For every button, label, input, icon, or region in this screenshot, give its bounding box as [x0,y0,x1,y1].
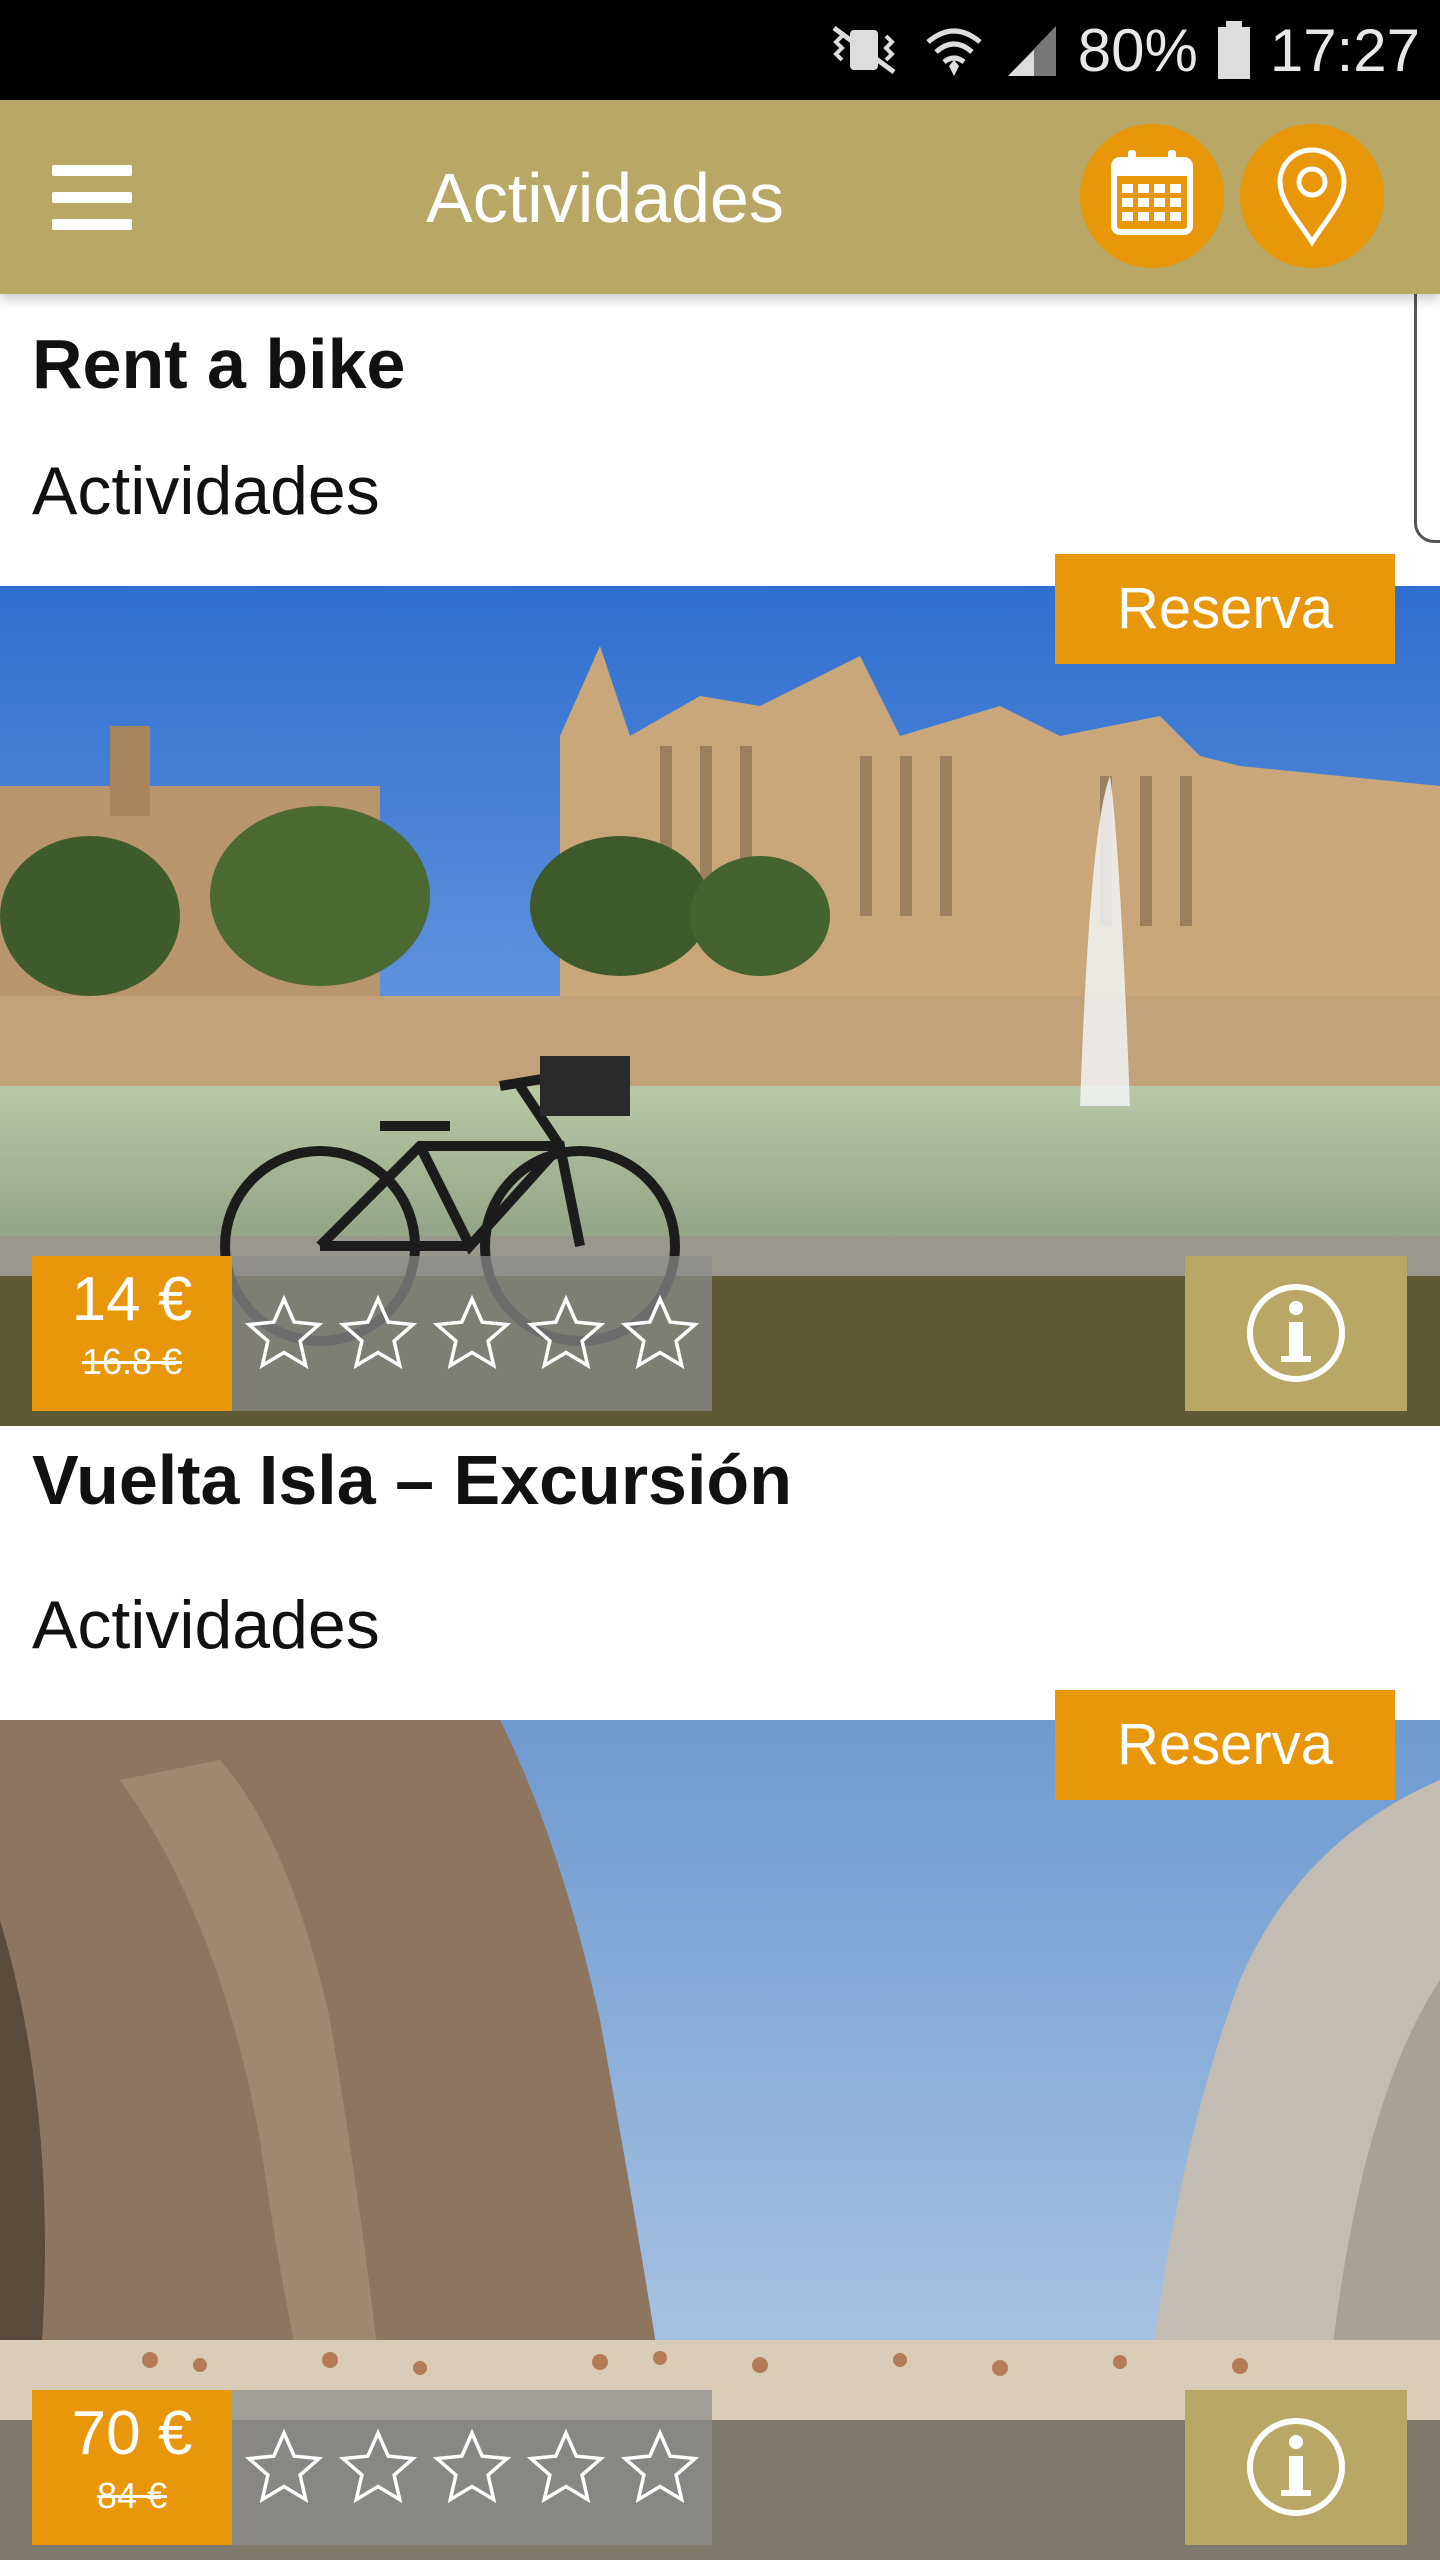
location-pin-icon [1277,147,1347,247]
star-icon [244,2428,324,2503]
calendar-icon [1111,150,1193,235]
star-icon [338,1294,418,1369]
star-rating[interactable] [232,2390,712,2545]
star-rating[interactable] [232,1256,712,1411]
vibrate-icon [832,25,896,75]
page-title: Actividades [426,159,784,237]
battery-icon [1217,21,1250,79]
price-tag: 70 € 84 € [32,2390,232,2545]
map-location-button[interactable] [1240,124,1384,268]
info-icon [1247,2418,1345,2516]
price-tag: 14 € 16.8 € [32,1256,232,1411]
battery-percent: 80% [1077,16,1198,84]
clock: 17:27 [1269,16,1420,84]
activity-card: Vuelta Isla – Excursión Actividades Rese… [0,1426,1440,2560]
card-category: Actividades [32,453,380,529]
star-icon [526,1294,606,1369]
card-category: Actividades [32,1587,380,1663]
star-icon [526,2428,606,2503]
star-icon [432,2428,512,2503]
star-icon [432,1294,512,1369]
signal-icon [1007,26,1056,76]
status-icons: 80% 17:27 [824,14,1420,86]
wifi-icon [926,28,982,76]
status-bar: 80% 17:27 [0,0,1440,100]
app-bar: Actividades [0,100,1440,294]
price: 70 € [71,2399,193,2468]
old-price: 16.8 € [81,1341,183,1382]
star-icon [244,1294,324,1369]
info-button[interactable] [1185,1256,1407,1411]
price: 14 € [71,1265,193,1334]
card-title[interactable]: Rent a bike [32,324,405,404]
star-icon [338,2428,418,2503]
card-title[interactable]: Vuelta Isla – Excursión [32,1440,792,1520]
calendar-button[interactable] [1080,124,1224,268]
reserve-button[interactable]: Reserva [1055,1690,1395,1800]
reserve-button[interactable]: Reserva [1055,554,1395,664]
activity-card: Rent a bike Actividades Reserva 14 € 16.… [0,294,1440,1426]
info-button[interactable] [1185,2390,1407,2545]
star-icon [620,2428,700,2503]
old-price: 84 € [96,2475,168,2516]
info-icon [1247,1284,1345,1382]
star-icon [620,1294,700,1369]
